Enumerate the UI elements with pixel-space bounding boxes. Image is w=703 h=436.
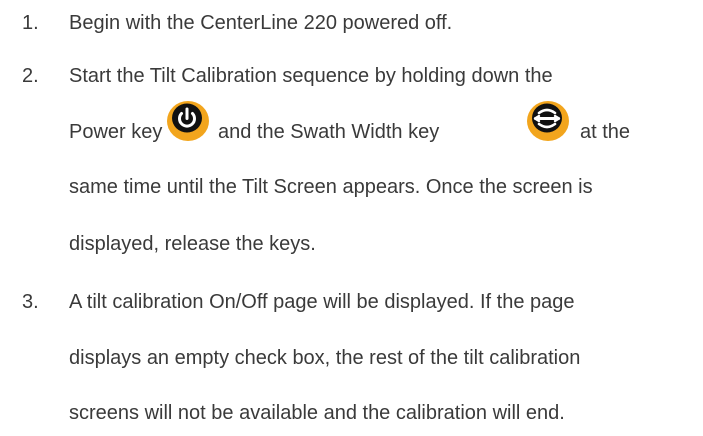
step-3-number: 3. xyxy=(22,291,39,313)
step-3-text-line-2: displays an empty check box, the rest of… xyxy=(69,347,581,369)
step-2-swath-width-key-label: and the Swath Width key xyxy=(218,121,440,143)
step-3-text-line-1: A tilt calibration On/Off page will be d… xyxy=(69,291,575,313)
power-key-icon xyxy=(165,99,211,143)
step-2-power-key-label: Power key xyxy=(69,121,163,143)
step-3-text-line-3: screens will not be available and the ca… xyxy=(69,402,565,424)
step-2-text-line-4: displayed, release the keys. xyxy=(69,233,316,255)
step-2-number: 2. xyxy=(22,65,39,87)
step-1-text: Begin with the CenterLine 220 powered of… xyxy=(69,12,453,34)
step-2-text-line-1: Start the Tilt Calibration sequence by h… xyxy=(69,65,553,87)
step-1-number: 1. xyxy=(22,12,39,34)
swath-width-key-icon xyxy=(525,99,571,143)
step-2-text-at-the: at the xyxy=(580,121,631,143)
instruction-list: 1. Begin with the CenterLine 220 powered… xyxy=(0,0,703,436)
step-2-text-line-3: same time until the Tilt Screen appears.… xyxy=(69,176,593,198)
